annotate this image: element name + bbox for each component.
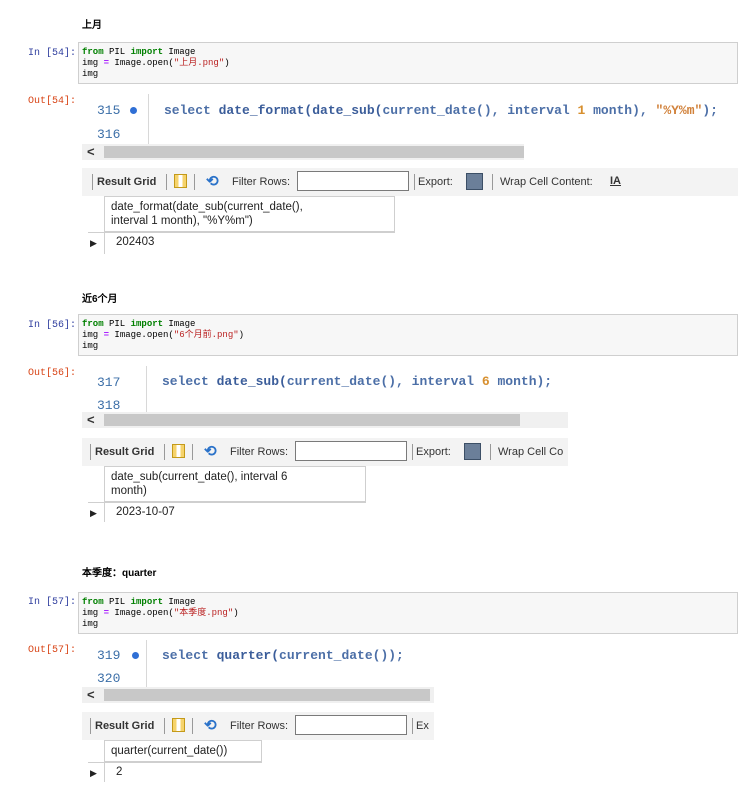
horizontal-scrollbar[interactable]: < [82, 687, 434, 703]
output-image: 315 316 select date_format(date_sub(curr… [82, 94, 738, 259]
section-heading: 本季度：quarter [82, 568, 157, 579]
filter-rows-input[interactable] [295, 441, 407, 461]
output-image: 319 320 select quarter(current_date()); … [82, 640, 434, 785]
export-label: Export: [418, 176, 453, 188]
section-heading: 近6个月 [82, 294, 118, 305]
line-number: 317 [97, 375, 121, 390]
code-line: img = Image.open("6个月前.png") [82, 330, 245, 340]
code-line: from PIL import Image [82, 597, 196, 607]
code-line: from PIL import Image [82, 319, 196, 329]
input-prompt: In [56]: [27, 320, 76, 331]
input-prompt: In [54]: [27, 48, 76, 59]
input-prompt: In [57]: [27, 597, 76, 608]
result-toolbar: Result Grid ⟲ Filter Rows: Export: Wrap … [82, 168, 738, 196]
export-save-icon[interactable] [466, 173, 483, 190]
code-line: img [82, 619, 99, 629]
grid-view-icon[interactable] [174, 174, 187, 188]
code-line: img = Image.open("本季度.png") [82, 608, 239, 618]
wrap-cell-icon[interactable]: IA [610, 175, 621, 187]
sql-statement: select date_format(date_sub(current_date… [164, 103, 718, 118]
scroll-thumb[interactable] [104, 689, 430, 701]
export-save-icon[interactable] [464, 443, 481, 460]
section-heading: 上月 [82, 20, 102, 31]
column-header[interactable]: date_sub(current_date(), interval 6 mont… [104, 466, 366, 502]
filter-rows-input[interactable] [295, 715, 407, 735]
line-number: 319 [97, 648, 121, 663]
row-pointer-icon: ▶ [90, 238, 97, 248]
filter-rows-label: Filter Rows: [232, 176, 291, 188]
refresh-icon[interactable]: ⟲ [204, 716, 217, 734]
filter-rows-label: Filter Rows: [230, 720, 289, 732]
line-number: 318 [97, 398, 121, 413]
result-grid-tab[interactable]: Result Grid [95, 720, 154, 732]
line-number: 316 [97, 127, 121, 142]
result-toolbar: Result Grid ⟲ Filter Rows: Export: Wrap … [82, 438, 568, 466]
result-grid-tab[interactable]: Result Grid [97, 176, 156, 188]
code-line: img [82, 69, 99, 79]
output-prompt: Out[56]: [27, 368, 76, 379]
grid-view-icon[interactable] [172, 444, 185, 458]
scroll-left-icon[interactable]: < [87, 144, 95, 159]
result-cell[interactable]: 2023-10-07 [116, 506, 175, 518]
wrap-cell-label: Wrap Cell Content: [500, 176, 593, 188]
code-line: img = Image.open("上月.png") [82, 58, 230, 68]
result-cell[interactable]: 202403 [116, 236, 154, 248]
code-line: from PIL import Image [82, 47, 196, 57]
line-number: 320 [97, 671, 121, 686]
code-cell[interactable]: from PIL import Image img = Image.open("… [78, 592, 738, 634]
scroll-thumb[interactable] [104, 414, 520, 426]
result-grid-tab[interactable]: Result Grid [95, 446, 154, 458]
refresh-icon[interactable]: ⟲ [204, 442, 217, 460]
sql-statement: select quarter(current_date()); [162, 648, 404, 663]
result-toolbar: Result Grid ⟲ Filter Rows: Ex [82, 712, 434, 740]
result-grid: date_format(date_sub(current_date(), int… [82, 196, 738, 259]
wrap-cell-label: Wrap Cell Co [498, 446, 564, 458]
output-prompt: Out[54]: [27, 96, 76, 107]
sql-statement: select date_sub(current_date(), interval… [162, 374, 553, 389]
column-header[interactable]: date_format(date_sub(current_date(), int… [104, 196, 395, 232]
code-cell[interactable]: from PIL import Image img = Image.open("… [78, 42, 738, 84]
grid-view-icon[interactable] [172, 718, 185, 732]
statement-dot-icon [130, 107, 137, 114]
horizontal-scrollbar[interactable]: < [82, 412, 568, 428]
refresh-icon[interactable]: ⟲ [206, 172, 219, 190]
line-number: 315 [97, 103, 121, 118]
row-pointer-icon: ▶ [90, 508, 97, 518]
column-header[interactable]: quarter(current_date()) [104, 740, 262, 762]
filter-rows-label: Filter Rows: [230, 446, 289, 458]
scroll-thumb[interactable] [104, 146, 524, 158]
scroll-left-icon[interactable]: < [87, 687, 95, 702]
export-label: Export: [416, 446, 451, 458]
filter-rows-input[interactable] [297, 171, 409, 191]
row-pointer-icon: ▶ [90, 768, 97, 778]
result-grid: date_sub(current_date(), interval 6 mont… [82, 466, 568, 526]
output-prompt: Out[57]: [27, 645, 76, 656]
output-image: 317 318 select date_sub(current_date(), … [82, 366, 568, 526]
code-line: img [82, 341, 99, 351]
horizontal-scrollbar[interactable]: < [82, 144, 524, 160]
statement-dot-icon [132, 652, 139, 659]
result-cell[interactable]: 2 [116, 766, 122, 778]
code-cell[interactable]: from PIL import Image img = Image.open("… [78, 314, 738, 356]
scroll-left-icon[interactable]: < [87, 412, 95, 427]
result-grid: quarter(current_date()) ▶ 2 [82, 740, 434, 785]
export-label: Ex [416, 720, 429, 732]
